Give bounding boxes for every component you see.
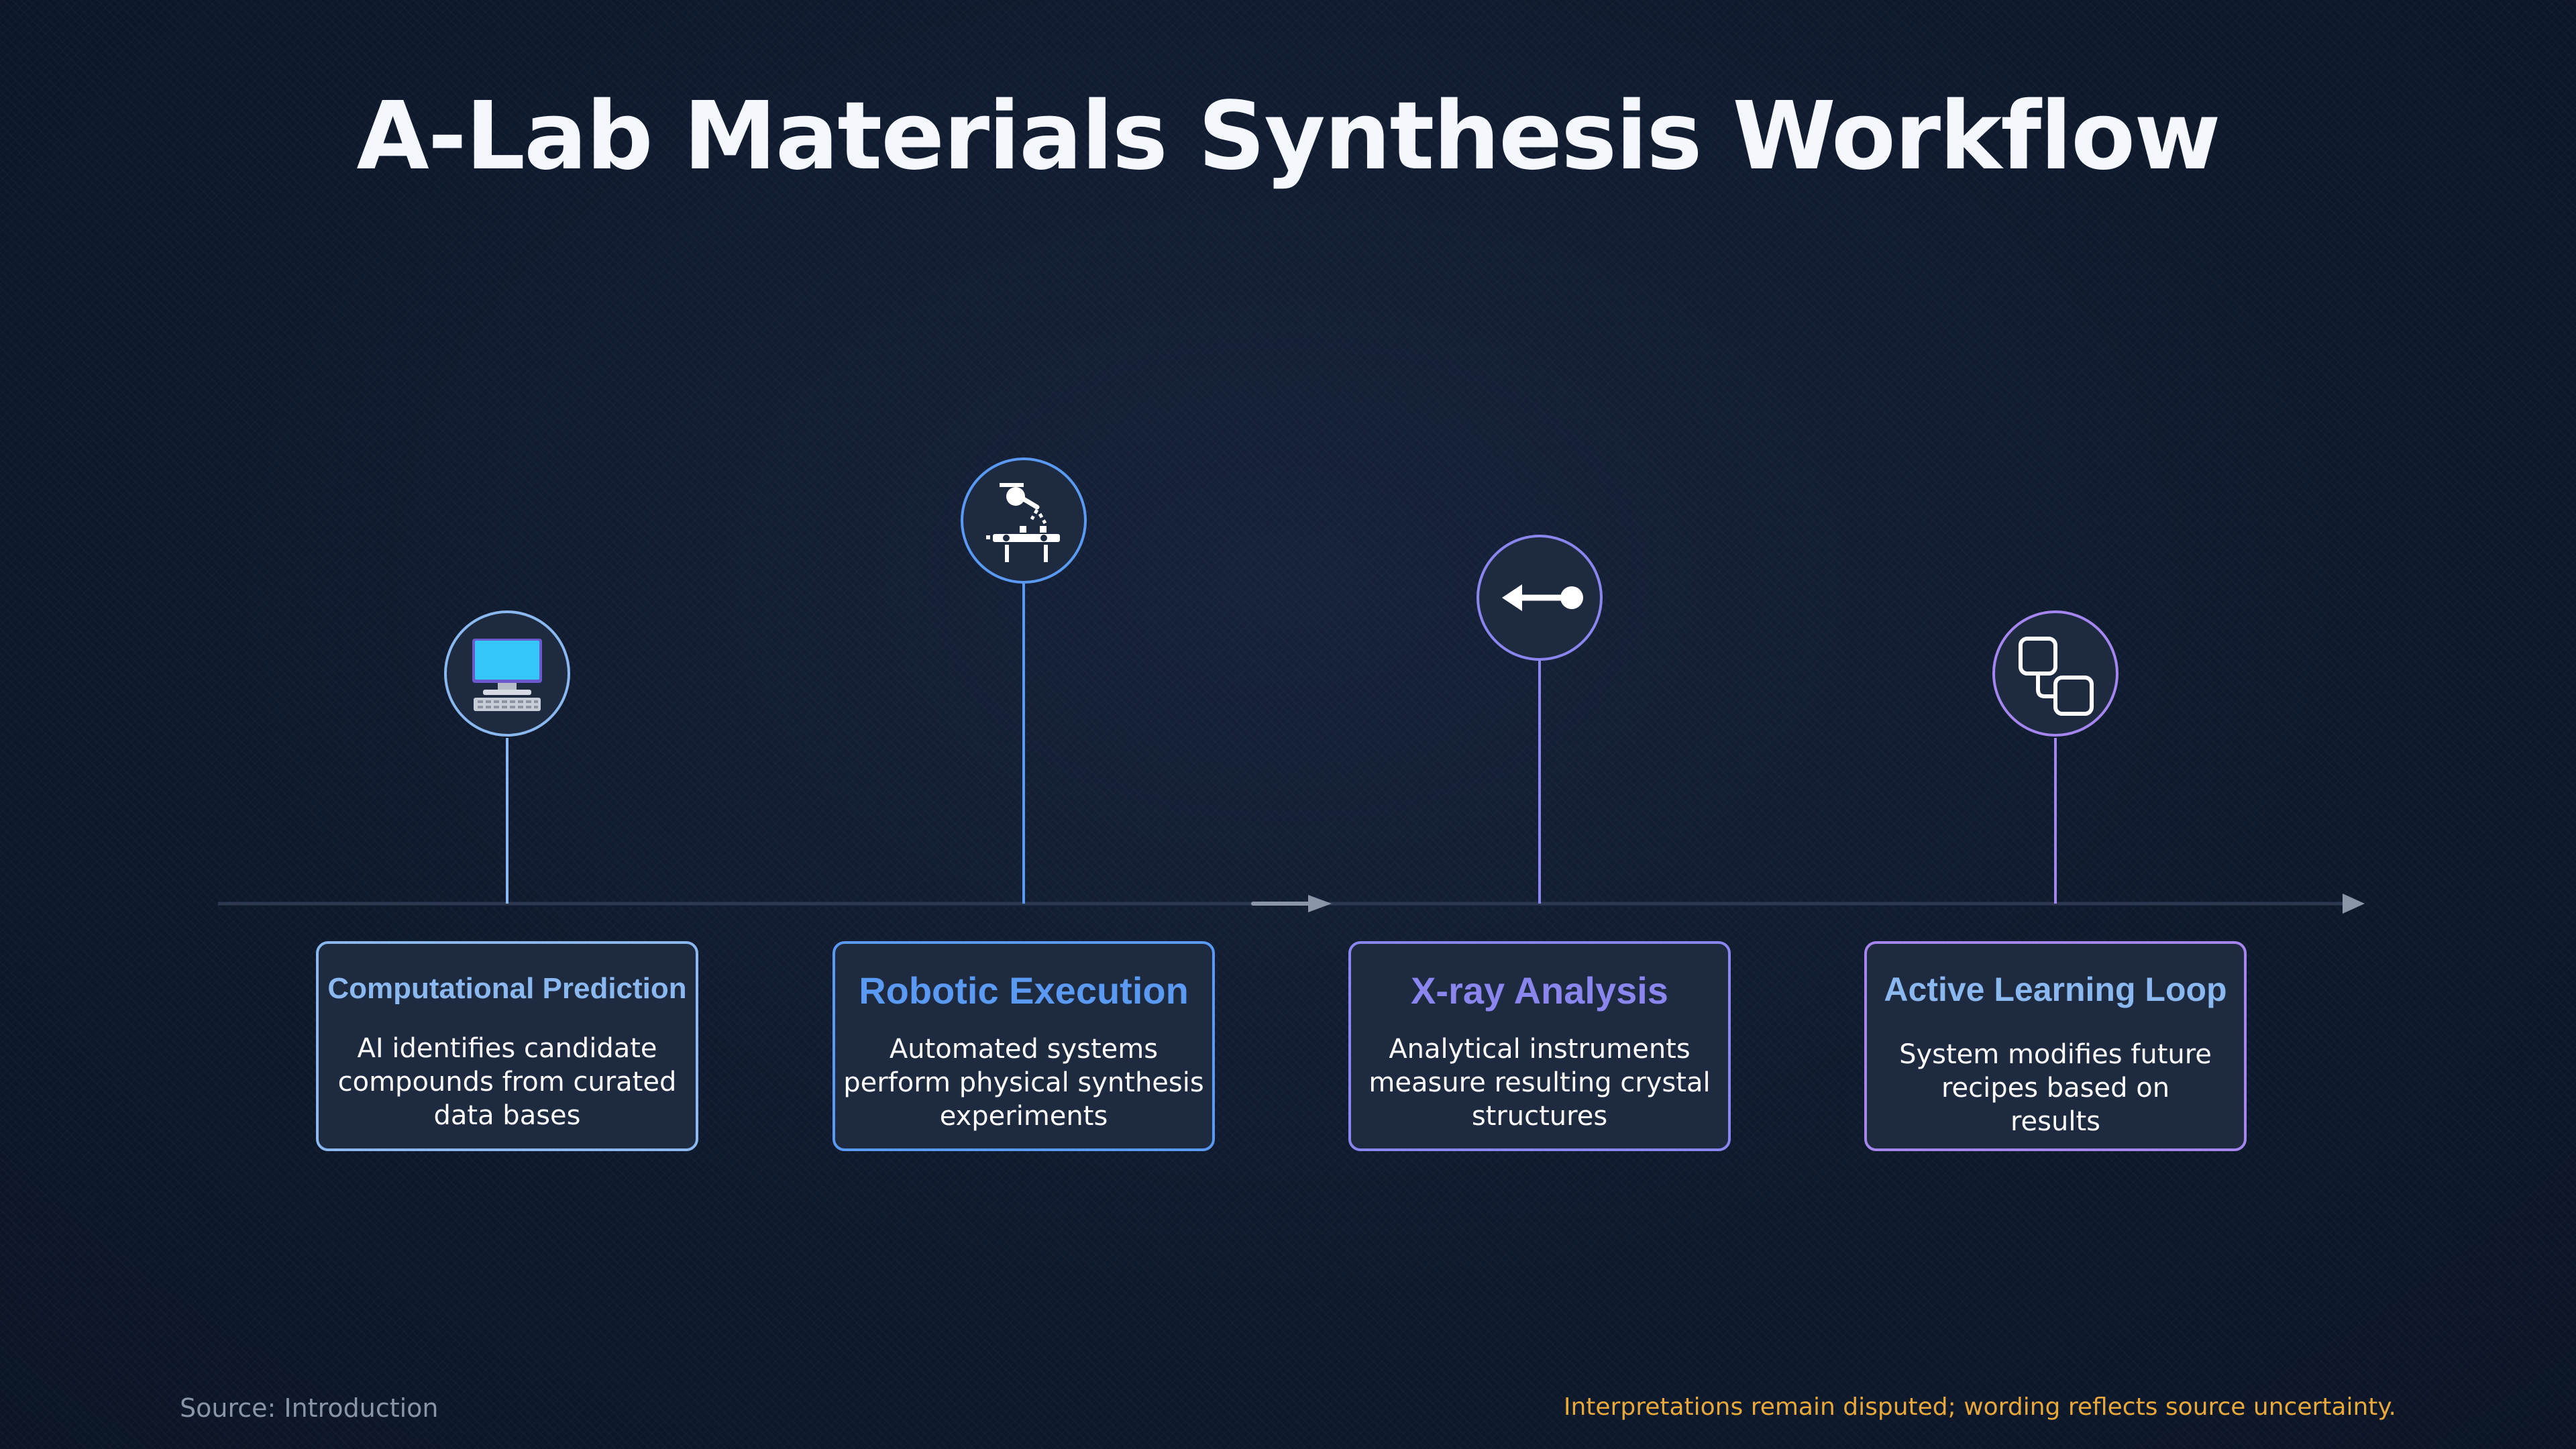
timeline-end-arrow xyxy=(2343,894,2365,914)
step-title: Computational Prediction xyxy=(327,972,687,1005)
source-note: Source: Introduction xyxy=(180,1393,439,1423)
desktop-computer-icon xyxy=(472,639,542,711)
timeline xyxy=(218,584,2365,914)
step-title: Robotic Execution xyxy=(859,969,1189,1012)
step-card-xray-analysis: X-ray Analysis Analytical instruments me… xyxy=(1348,941,1731,1151)
step-card-active-learning-loop: Active Learning Loop System modifies fut… xyxy=(1864,941,2247,1151)
step-description: System modifies future recipes based on … xyxy=(1899,1038,2212,1137)
step-description: AI identifies candidate compounds from c… xyxy=(337,1032,677,1131)
beam-arrow-icon xyxy=(1502,584,1583,611)
step-card-robotic-execution: Robotic Execution Automated systems perf… xyxy=(833,941,1215,1151)
robot-arm-icon xyxy=(986,483,1060,562)
step-node-4 xyxy=(1992,610,2118,737)
step-title: X-ray Analysis xyxy=(1411,969,1668,1012)
step-description: Analytical instruments measure resulting… xyxy=(1368,1034,1711,1132)
loop-blocks-icon xyxy=(2019,637,2094,716)
step-node-2 xyxy=(961,458,1087,584)
step-node-3 xyxy=(1477,535,1603,661)
step-card-computational-prediction: Computational Prediction AI identifies c… xyxy=(316,941,698,1151)
step-description: Automated systems perform physical synth… xyxy=(843,1034,1204,1132)
uncertainty-note: Interpretations remain disputed; wording… xyxy=(1563,1393,2396,1421)
step-title: Active Learning Loop xyxy=(1884,971,2227,1008)
step-node-1 xyxy=(444,610,570,737)
